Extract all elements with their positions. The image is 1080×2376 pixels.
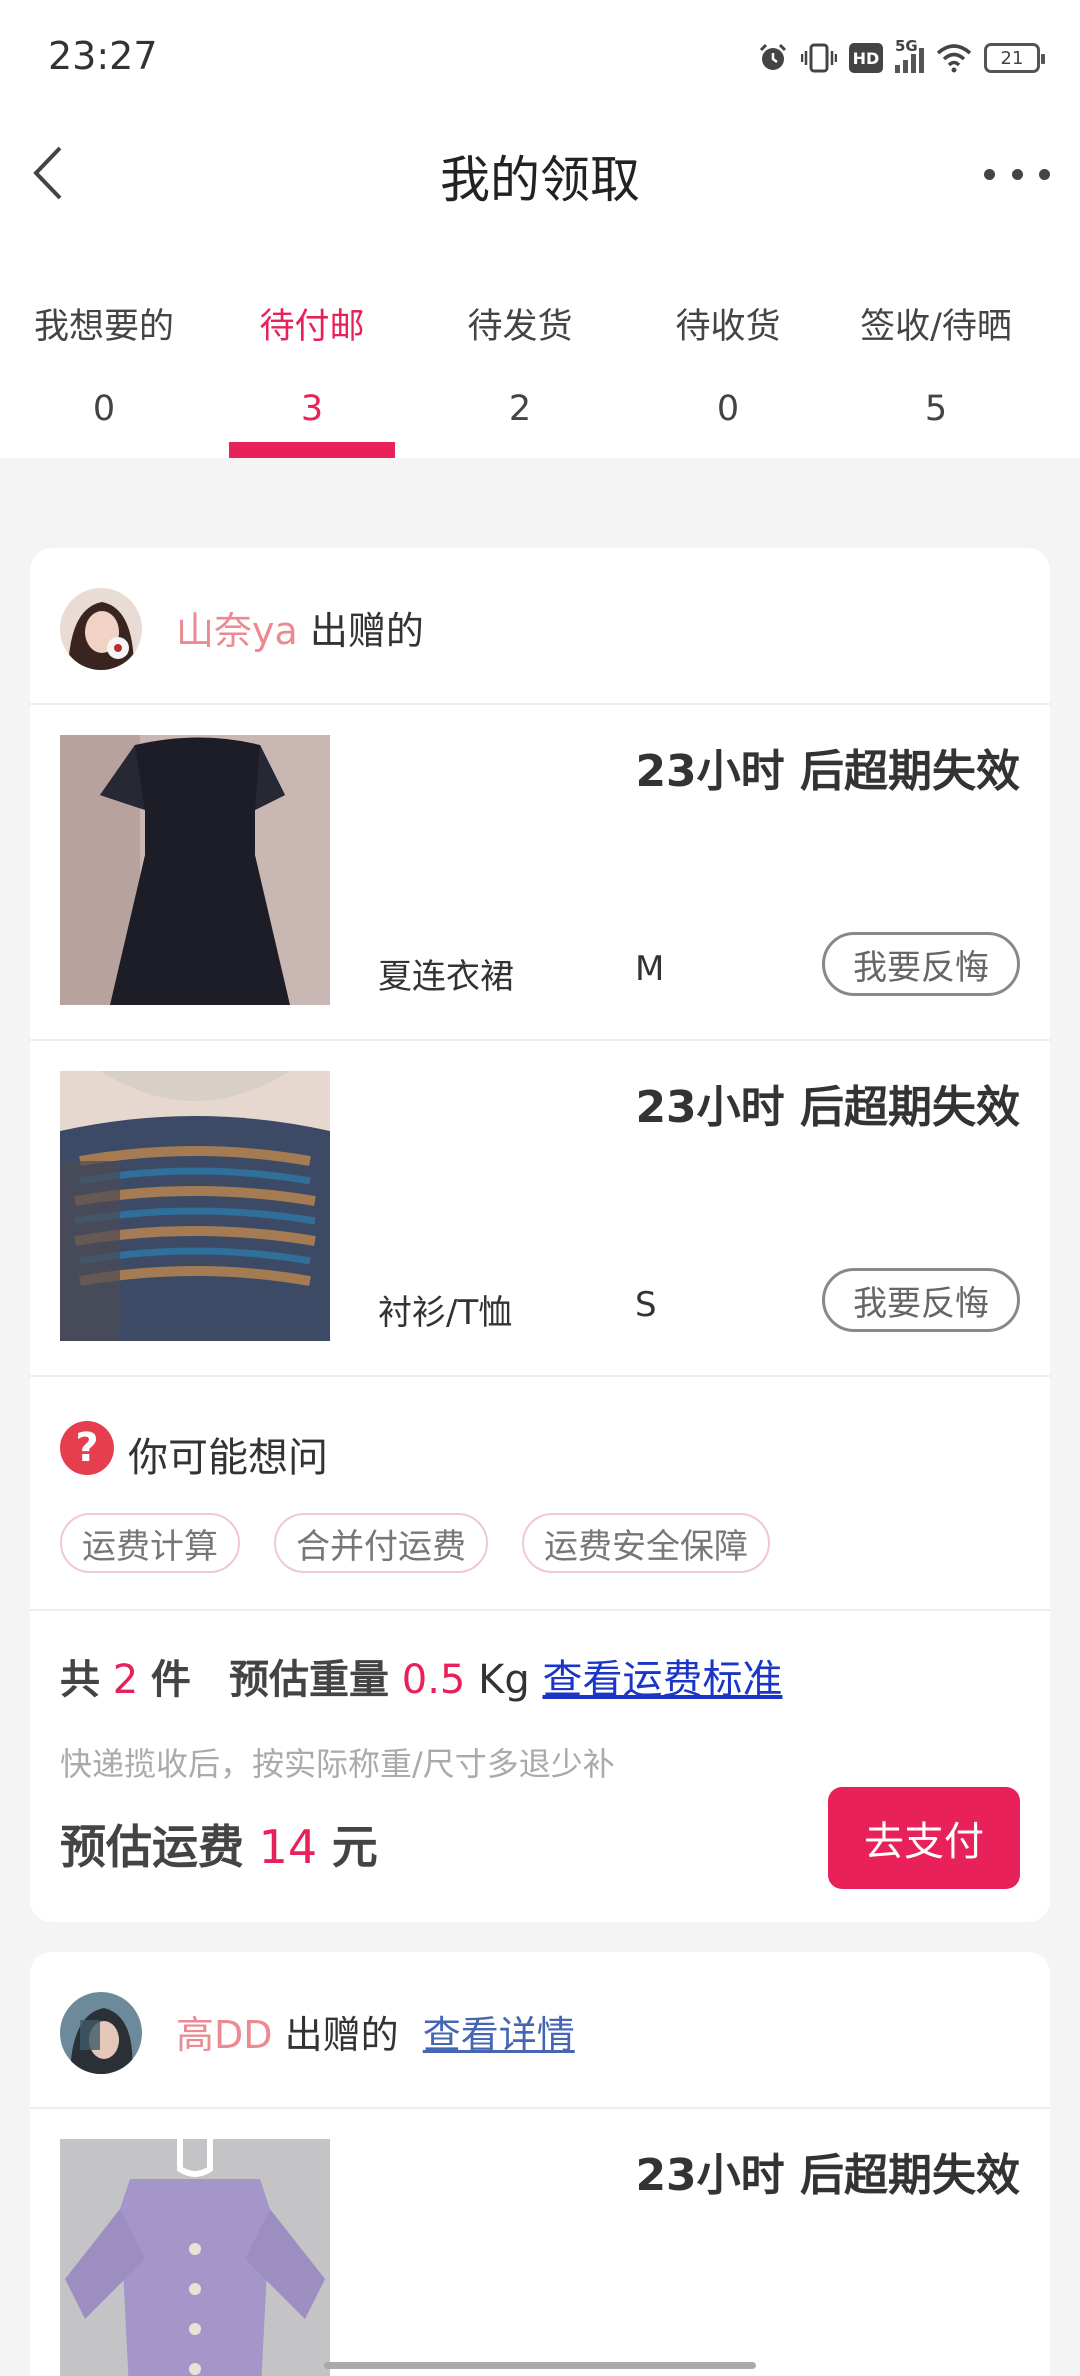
- donor-suffix: 出赠的: [309, 609, 424, 653]
- vibrate-icon: [801, 40, 837, 76]
- tab-count: 0: [716, 389, 740, 429]
- donor-name[interactable]: 山奈ya: [176, 609, 298, 653]
- expire-countdown: 23小时 后超期失效: [635, 1082, 1020, 1133]
- faq-section: ? 你可能想问 运费计算 合并付运费 运费安全保障: [30, 1377, 1050, 1611]
- tab-pending-shipment[interactable]: 待发货 2: [416, 228, 624, 458]
- faq-chip-combine-shipping[interactable]: 合并付运费: [274, 1513, 488, 1573]
- tab-label: 我想要的: [33, 307, 174, 347]
- page-title: 我的领取: [440, 151, 640, 209]
- status-time: 23:27: [48, 34, 158, 78]
- tab-pending-postage[interactable]: 待付邮 3: [208, 228, 416, 458]
- pay-button[interactable]: 去支付: [828, 1787, 1020, 1889]
- expire-countdown: 23小时 后超期失效: [635, 746, 1020, 797]
- regret-button[interactable]: 我要反悔: [822, 1268, 1020, 1332]
- question-icon: ?: [60, 1421, 114, 1475]
- donor-header: 山奈ya 出赠的: [30, 548, 1050, 705]
- tab-pending-receipt[interactable]: 待收货 0: [624, 228, 832, 458]
- tab-label: 待收货: [675, 307, 781, 347]
- shipping-note: 快递揽收后，按实际称重/尺寸多退少补: [60, 1745, 615, 1783]
- product-image[interactable]: [60, 735, 330, 1005]
- expire-countdown: 23小时 后超期失效: [635, 2150, 1020, 2201]
- donor-name[interactable]: 高DD: [176, 2013, 273, 2057]
- weight-unit: Kg: [478, 1657, 530, 1703]
- header: 我的领取: [0, 118, 1080, 228]
- order-item[interactable]: 23小时 后超期失效 衬衫/T恤 S 我要反悔: [30, 1041, 1050, 1377]
- faq-title: 你可能想问: [128, 1435, 328, 1481]
- tab-label: 待发货: [467, 307, 573, 347]
- fee-value: 14: [258, 1820, 318, 1874]
- tab-count: 3: [300, 389, 324, 429]
- tab-count: 0: [92, 389, 116, 429]
- status-tabs: 我想要的 0 待付邮 3 待发货 2 待收货 0 签收/待晒 5: [0, 228, 1080, 458]
- avatar[interactable]: [60, 588, 142, 670]
- network-type: 5G: [895, 37, 918, 55]
- item-count: 2: [112, 1657, 139, 1703]
- more-horizontal-icon[interactable]: [984, 154, 1050, 194]
- tab-active-indicator: [229, 442, 395, 458]
- shipping-standard-link[interactable]: 查看运费标准: [542, 1657, 782, 1703]
- tab-count: 2: [508, 389, 532, 429]
- view-detail-link[interactable]: 查看详情: [423, 2013, 575, 2057]
- tab-want[interactable]: 我想要的 0: [0, 228, 208, 458]
- order-item[interactable]: 23小时 后超期失效 夏连衣裙 M 我要反悔: [30, 705, 1050, 1041]
- estimated-fee: 预估运费 14 元: [60, 1820, 378, 1874]
- donor-line: 山奈ya 出赠的: [176, 600, 424, 655]
- regret-button[interactable]: 我要反悔: [822, 932, 1020, 996]
- status-icons: HD 5G 21: [757, 37, 1045, 76]
- donor-line: 高DD 出赠的 查看详情: [176, 2004, 575, 2059]
- item-size: M: [635, 949, 665, 989]
- weight-label: 预估重量: [229, 1657, 390, 1703]
- faq-chip-shipping-calc[interactable]: 运费计算: [60, 1513, 240, 1573]
- item-size: S: [635, 1285, 657, 1325]
- tab-received[interactable]: 签收/待晒 5: [832, 228, 1040, 458]
- item-name: 夏连衣裙: [378, 957, 514, 997]
- alarm-icon: [757, 40, 789, 76]
- order-summary: 共 2 件 预估重量 0.5 Kg 查看运费标准 快递揽收后，按实际称重/尺寸多…: [30, 1611, 1050, 1923]
- donor-suffix: 出赠的: [284, 2013, 399, 2057]
- hd-icon: HD: [849, 40, 883, 76]
- tab-count: 5: [924, 389, 948, 429]
- avatar[interactable]: [60, 1992, 142, 2074]
- product-image[interactable]: [60, 1071, 330, 1341]
- summary-line: 共 2 件 预估重量 0.5 Kg 查看运费标准: [60, 1657, 783, 1703]
- faq-chips: 运费计算 合并付运费 运费安全保障: [60, 1513, 770, 1573]
- weight-value: 0.5: [401, 1657, 466, 1703]
- signal-icon: 5G: [895, 37, 924, 76]
- wifi-icon: [936, 40, 972, 76]
- order-item[interactable]: 23小时 后超期失效: [30, 2109, 1050, 2376]
- tab-label: 待付邮: [259, 307, 365, 347]
- tab-label: 签收/待晒: [860, 307, 1012, 347]
- order-card: 山奈ya 出赠的 23小时 后超期失效 夏连衣裙 M 我要反悔 23小时 后超期…: [30, 548, 1050, 1922]
- home-indicator[interactable]: [324, 2362, 756, 2369]
- status-bar: 23:27 HD 5G 21: [0, 0, 1080, 118]
- order-card: 高DD 出赠的 查看详情 23小时 后超期失效: [30, 1952, 1050, 2376]
- faq-chip-shipping-guarantee[interactable]: 运费安全保障: [522, 1513, 770, 1573]
- item-name: 衬衫/T恤: [378, 1293, 513, 1333]
- donor-header: 高DD 出赠的 查看详情: [30, 1952, 1050, 2109]
- battery-icon: 21: [984, 40, 1045, 76]
- product-image[interactable]: [60, 2139, 330, 2376]
